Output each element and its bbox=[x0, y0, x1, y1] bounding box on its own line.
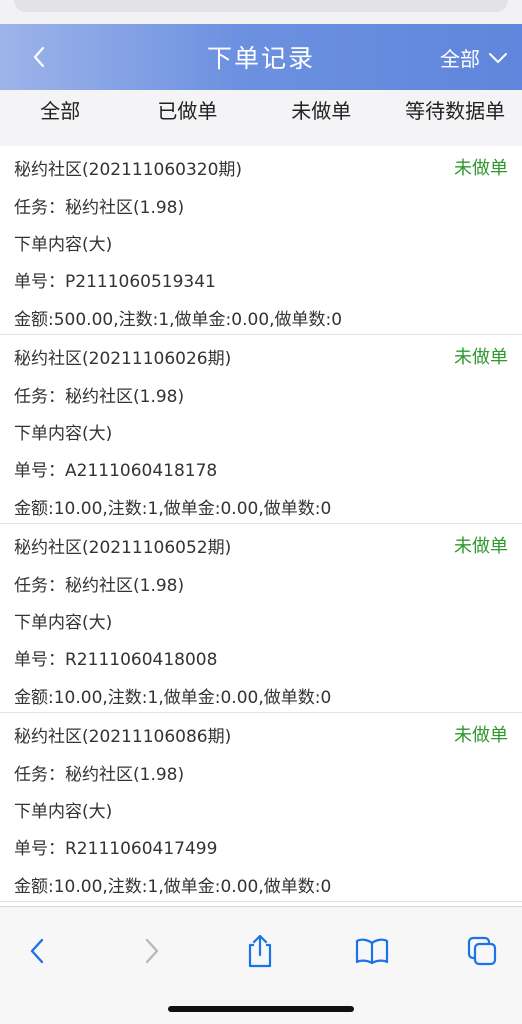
browser-address-bar bbox=[0, 0, 522, 24]
record-order-number: 单号：P2111060519341 bbox=[14, 272, 216, 292]
tab-all[interactable]: 全部 bbox=[0, 90, 120, 146]
record-summary: 金额:500.00,注数:1,做单金:0.00,做单数:0 bbox=[14, 310, 343, 330]
record-summary: 金额:10.00,注数:1,做单金:0.00,做单数:0 bbox=[14, 688, 332, 708]
record-task: 任务：秘约社区(1.98) bbox=[14, 765, 185, 785]
record-task: 任务：秘约社区(1.98) bbox=[14, 576, 185, 596]
record-order-number: 单号：A2111060418178 bbox=[14, 461, 218, 481]
filter-dropdown[interactable]: 全部 bbox=[440, 43, 508, 72]
share-icon[interactable] bbox=[240, 931, 280, 971]
record-content: 下单内容(大) bbox=[14, 235, 113, 255]
record-name: 秘约社区(20211106026期) bbox=[14, 349, 232, 369]
tab-waiting-data[interactable]: 等待数据单 bbox=[388, 90, 522, 146]
record-content: 下单内容(大) bbox=[14, 613, 113, 633]
record-summary: 金额:10.00,注数:1,做单金:0.00,做单数:0 bbox=[14, 499, 332, 519]
record-order-number: 单号：R2111060418008 bbox=[14, 650, 218, 670]
record-task: 任务：秘约社区(1.98) bbox=[14, 387, 185, 407]
nav-header: 下单记录 全部 bbox=[0, 24, 522, 90]
record-name: 秘约社区(20211106052期) bbox=[14, 538, 232, 558]
page: 下单记录 全部 全部 已做单 未做单 等待数据单 秘约社区(2021110603… bbox=[0, 0, 522, 1024]
record-content: 下单内容(大) bbox=[14, 802, 113, 822]
tab-not-done[interactable]: 未做单 bbox=[254, 90, 388, 146]
home-indicator bbox=[168, 1006, 354, 1012]
record-order-number: 单号：R2111060417499 bbox=[14, 839, 218, 859]
forward-icon[interactable] bbox=[131, 931, 171, 971]
status-badge: 未做单 bbox=[454, 158, 508, 179]
status-badge: 未做单 bbox=[454, 725, 508, 746]
list-item[interactable]: 秘约社区(20211106052期) 未做单 任务：秘约社区(1.98) 下单内… bbox=[0, 524, 522, 713]
list-item[interactable]: 秘约社区(20211106026期) 未做单 任务：秘约社区(1.98) 下单内… bbox=[0, 335, 522, 524]
record-summary: 金额:10.00,注数:1,做单金:0.00,做单数:0 bbox=[14, 877, 332, 897]
chevron-down-icon bbox=[489, 52, 507, 63]
record-name: 秘约社区(202111060320期) bbox=[14, 160, 243, 180]
record-task: 任务：秘约社区(1.98) bbox=[14, 198, 185, 218]
filter-label: 全部 bbox=[440, 47, 480, 71]
tab-done[interactable]: 已做单 bbox=[120, 90, 254, 146]
bookmarks-icon[interactable] bbox=[352, 931, 392, 971]
record-name: 秘约社区(20211106086期) bbox=[14, 727, 232, 747]
record-content: 下单内容(大) bbox=[14, 424, 113, 444]
status-badge: 未做单 bbox=[454, 347, 508, 368]
list-item[interactable]: 秘约社区(20211106086期) 未做单 任务：秘约社区(1.98) 下单内… bbox=[0, 713, 522, 902]
status-badge: 未做单 bbox=[454, 536, 508, 557]
back-icon[interactable] bbox=[18, 931, 58, 971]
url-field[interactable] bbox=[14, 0, 508, 12]
list-item[interactable]: 秘约社区(202111060320期) 未做单 任务：秘约社区(1.98) 下单… bbox=[0, 146, 522, 335]
tab-bar: 全部 已做单 未做单 等待数据单 bbox=[0, 90, 522, 146]
tabs-icon[interactable] bbox=[462, 931, 502, 971]
order-record-list: 秘约社区(202111060320期) 未做单 任务：秘约社区(1.98) 下单… bbox=[0, 146, 522, 902]
